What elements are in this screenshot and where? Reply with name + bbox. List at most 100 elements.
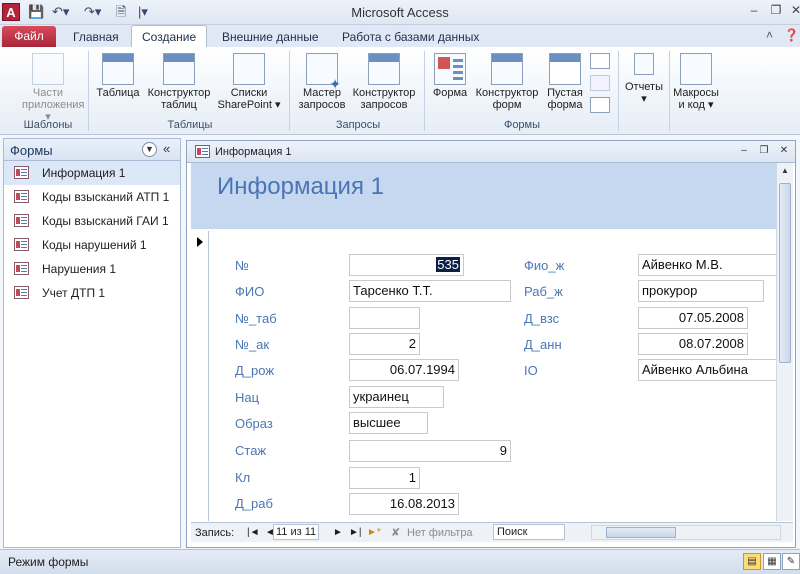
field-class[interactable]: 1: [349, 467, 420, 489]
field-birth-date[interactable]: 06.07.1994: [349, 359, 459, 381]
field-cancel-date[interactable]: 08.07.2008: [638, 333, 748, 355]
label-birth-date: Д_рож: [235, 363, 275, 378]
next-record-button[interactable]: ►: [333, 524, 343, 542]
group-forms-label: Формы: [503, 119, 541, 131]
query-wizard-icon: [306, 53, 341, 90]
form-button[interactable]: Форма: [430, 53, 470, 99]
nav-item-gai-penalty-codes[interactable]: Коды взысканий ГАИ 1: [4, 209, 180, 233]
ribbon-separator: [289, 51, 290, 131]
field-ak-number[interactable]: 2: [349, 333, 420, 355]
help-icon[interactable]: ❓: [784, 28, 799, 42]
nav-item-info-1[interactable]: Информация 1: [4, 161, 180, 185]
first-record-button[interactable]: |◄: [247, 524, 260, 542]
document-tab[interactable]: Информация 1 – ❐ ✕: [187, 141, 795, 163]
form-icon: [14, 166, 29, 179]
field-penalty-date[interactable]: 07.05.2008: [638, 307, 748, 329]
report-icon: [634, 53, 654, 75]
current-record-arrow-icon: [197, 237, 203, 247]
filter-icon[interactable]: ✘: [391, 524, 400, 542]
nav-item-accident-records[interactable]: Учет ДТП 1: [4, 281, 180, 305]
field-full-name[interactable]: Тарсенко Т.Т.: [349, 280, 511, 302]
tab-database-tools[interactable]: Работа с базами данных: [342, 28, 479, 47]
ribbon-minimize-icon[interactable]: ˄: [766, 28, 773, 42]
nav-item-violations[interactable]: Нарушения 1: [4, 257, 180, 281]
sharepoint-icon: [233, 53, 265, 85]
horizontal-scrollbar[interactable]: [591, 525, 781, 540]
nav-item-violation-codes[interactable]: Коды нарушений 1: [4, 233, 180, 257]
record-selector[interactable]: [191, 231, 209, 521]
horizontal-scroll-thumb[interactable]: [606, 527, 676, 538]
group-tables-label: Таблицы: [167, 119, 213, 131]
label-experience: Стаж: [235, 443, 267, 458]
label-number: №: [235, 258, 249, 273]
table-button[interactable]: Таблица: [94, 53, 142, 99]
form-heading: Информация 1: [217, 173, 384, 200]
more-forms-icon[interactable]: [590, 97, 610, 113]
blank-form-icon: [549, 53, 581, 85]
field-wife-name[interactable]: Айвенко М.В.: [638, 254, 778, 276]
label-cancel-date: Д_анн: [524, 337, 562, 352]
form-wizard-icon[interactable]: [590, 53, 610, 69]
field-nationality[interactable]: украинец: [349, 386, 444, 408]
title-bar: A 💾 ↶▾ ↷▾ 🗎 |▾ Microsoft Access – ❐ ✕: [0, 0, 800, 25]
record-navigation-bar: Запись: |◄ ◄ 11 из 11 ► ►| ►* ✘ Нет филь…: [191, 522, 793, 542]
navigation-icon[interactable]: [590, 75, 610, 91]
reports-button[interactable]: Отчеты ▾: [622, 53, 666, 105]
macros-button[interactable]: Макросы и код ▾: [670, 53, 722, 111]
last-record-button[interactable]: ►|: [349, 524, 362, 542]
search-input[interactable]: Поиск: [493, 524, 565, 540]
tab-file[interactable]: Файл: [2, 26, 56, 47]
ribbon: Части приложения ▾ Шаблоны Таблица Конст…: [0, 47, 800, 135]
nav-pane-title[interactable]: Формы: [10, 143, 53, 158]
doc-minimize-icon[interactable]: –: [737, 144, 751, 158]
chevron-down-icon[interactable]: ▼: [142, 142, 157, 157]
tab-create[interactable]: Создание: [131, 25, 208, 48]
group-queries-label: Запросы: [335, 119, 381, 131]
query-designer-button[interactable]: Конструктор запросов: [350, 53, 418, 111]
filter-status[interactable]: Нет фильтра: [407, 524, 473, 542]
scroll-up-icon[interactable]: ▲: [777, 163, 793, 179]
record-position-input[interactable]: 11 из 11: [273, 524, 320, 540]
doc-restore-icon[interactable]: ❐: [757, 144, 771, 158]
form-icon: [14, 214, 29, 227]
form-designer-button[interactable]: Конструктор форм: [474, 53, 540, 111]
field-wife-job[interactable]: прокурор: [638, 280, 764, 302]
label-class: Кл: [235, 470, 251, 485]
design-view-icon[interactable]: ✎: [782, 553, 800, 570]
form-designer-icon: [491, 53, 523, 85]
query-wizard-button[interactable]: Мастер запросов: [294, 53, 350, 111]
record-label: Запись:: [195, 527, 235, 539]
label-ak-number: №_ак: [235, 337, 270, 352]
blank-form-button[interactable]: Пустая форма: [542, 53, 588, 111]
field-number[interactable]: 535: [349, 254, 464, 276]
app-parts-icon: [32, 53, 64, 85]
collapse-pane-icon[interactable]: «: [163, 141, 170, 156]
field-experience[interactable]: 9: [349, 440, 511, 462]
field-io[interactable]: Айвенко Альбина: [638, 359, 778, 381]
tab-home[interactable]: Главная: [73, 28, 119, 47]
table-designer-button[interactable]: Конструктор таблиц: [146, 53, 212, 111]
new-record-button[interactable]: ►*: [367, 524, 381, 542]
label-tab-number: №_таб: [235, 311, 277, 326]
close-icon[interactable]: ✕: [783, 1, 800, 19]
field-work-date[interactable]: 16.08.2013: [349, 493, 459, 515]
form-icon: [14, 190, 29, 203]
sharepoint-lists-button[interactable]: Списки SharePoint ▾: [216, 53, 282, 111]
app-parts-button[interactable]: Части приложения ▾: [22, 53, 84, 123]
macro-icon: [680, 53, 712, 85]
vertical-scrollbar[interactable]: ▲: [776, 163, 793, 521]
status-bar: Режим формы ▤ ▦ ✎: [0, 549, 800, 574]
tab-external-data[interactable]: Внешние данные: [222, 28, 319, 47]
scroll-thumb[interactable]: [779, 183, 791, 363]
doc-close-icon[interactable]: ✕: [777, 144, 791, 158]
field-tab-number[interactable]: [349, 307, 420, 329]
nav-item-atp-penalty-codes[interactable]: Коды взысканий АТП 1: [4, 185, 180, 209]
query-designer-icon: [368, 53, 400, 85]
field-education[interactable]: высшее: [349, 412, 428, 434]
ribbon-tab-bar: Файл Главная Создание Внешние данные Раб…: [0, 25, 800, 48]
label-nationality: Нац: [235, 390, 260, 405]
ribbon-separator: [88, 51, 89, 131]
form-view-icon[interactable]: ▤: [743, 553, 761, 570]
layout-view-icon[interactable]: ▦: [763, 553, 781, 570]
form-icon: [14, 238, 29, 251]
